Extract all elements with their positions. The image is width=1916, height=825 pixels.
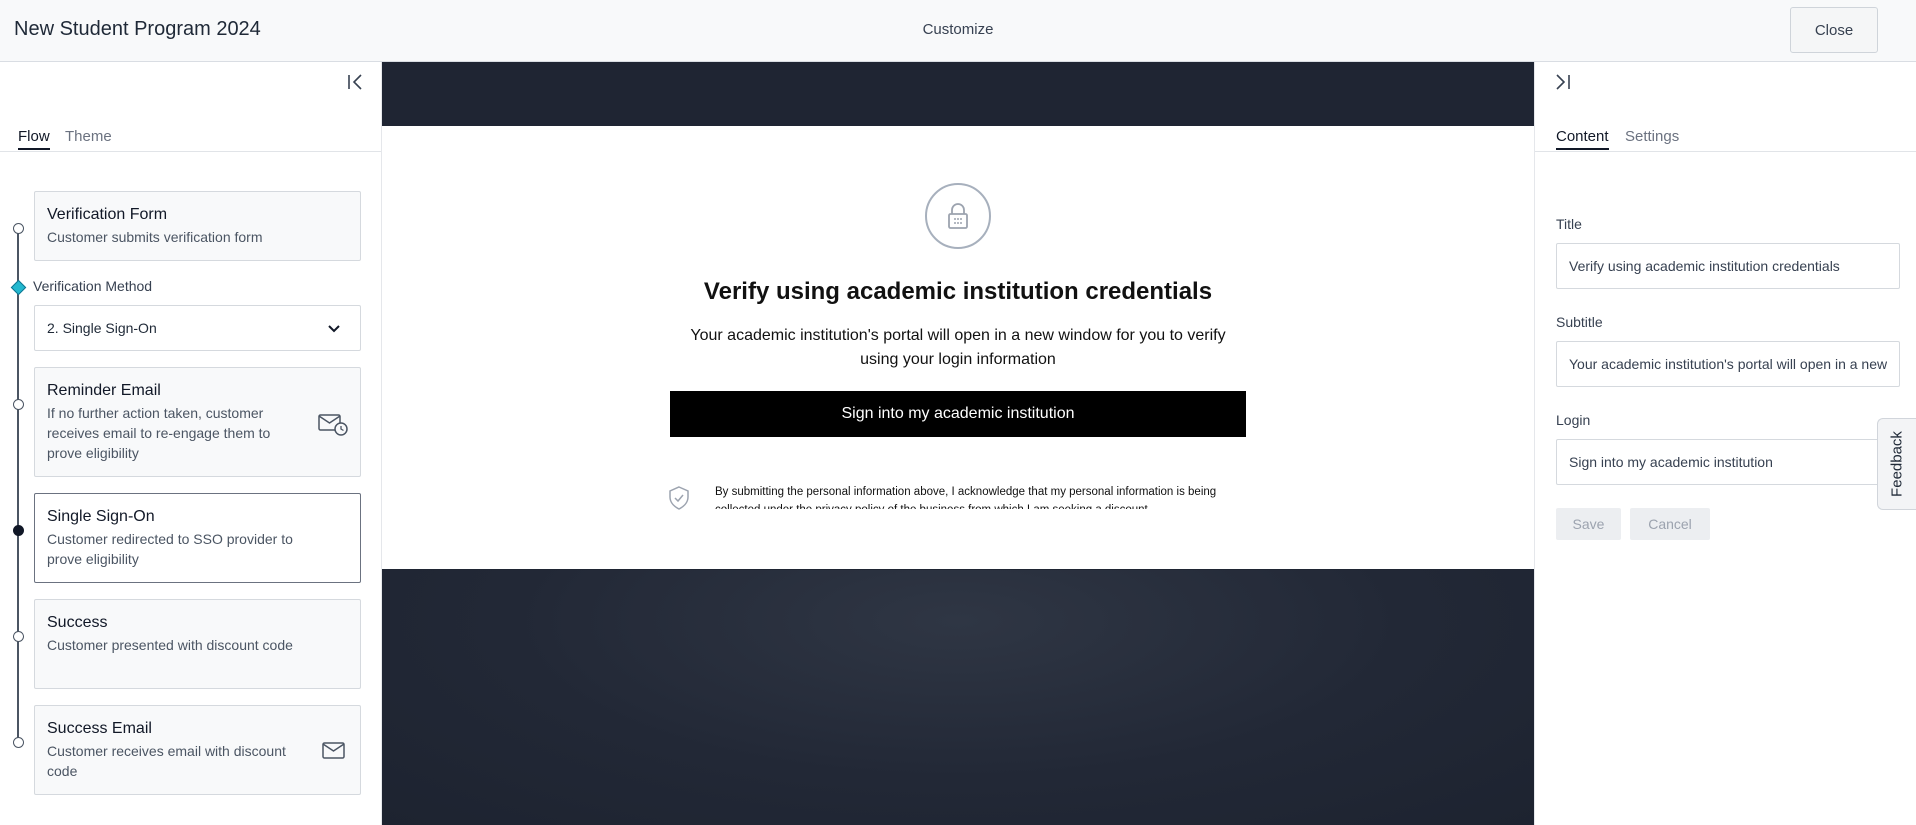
tab-flow[interactable]: Flow <box>18 128 50 150</box>
subtitle-input[interactable] <box>1556 341 1900 387</box>
lock-icon <box>948 203 968 229</box>
verification-method-select[interactable]: 2. Single Sign-On <box>34 305 361 351</box>
page-title: Customize <box>922 21 994 38</box>
step-card-verification-form[interactable]: Verification Form Customer submits verif… <box>34 191 361 261</box>
sign-in-button[interactable]: Sign into my academic institution <box>670 391 1246 437</box>
step-title: Verification Form <box>47 206 168 223</box>
email-icon <box>322 742 345 759</box>
save-button[interactable]: Save <box>1556 508 1621 540</box>
collapse-left-panel-icon[interactable] <box>346 72 366 92</box>
verification-method-label: Verification Method <box>33 278 153 294</box>
cancel-button[interactable]: Cancel <box>1630 508 1710 540</box>
email-clock-icon <box>318 414 348 436</box>
step-description: If no further action taken, customer rec… <box>47 405 271 461</box>
tab-theme[interactable]: Theme <box>65 128 112 148</box>
step-description: Customer presented with discount code <box>47 637 293 653</box>
timeline-node <box>13 631 24 642</box>
feedback-tab[interactable]: Feedback <box>1877 418 1916 510</box>
title-field-label: Title <box>1556 216 1582 232</box>
step-description: Customer submits verification form <box>47 229 263 245</box>
login-input[interactable] <box>1556 439 1900 485</box>
right-tabs: Content Settings <box>1535 128 1916 152</box>
step-title: Single Sign-On <box>47 508 155 525</box>
close-button[interactable]: Close <box>1790 7 1878 53</box>
preview-subtitle: Your academic institution's portal will … <box>690 327 1226 368</box>
consent-text: By submitting the personal information a… <box>715 486 1217 509</box>
tab-settings[interactable]: Settings <box>1625 128 1679 148</box>
step-card-success-email[interactable]: Success Email Customer receives email wi… <box>34 705 361 795</box>
step-title: Reminder Email <box>47 382 161 399</box>
timeline-node <box>13 737 24 748</box>
timeline-method-marker <box>10 279 27 296</box>
preview-title: Verify using academic institution creden… <box>703 278 1213 305</box>
content-panel: Content Settings Title Subtitle Login Sa… <box>1534 62 1916 825</box>
login-field-label: Login <box>1556 412 1591 428</box>
step-description: Customer redirected to SSO provider to p… <box>47 531 293 567</box>
preview-backdrop <box>382 570 1534 825</box>
timeline-node <box>13 223 24 234</box>
timeline-node <box>13 399 24 410</box>
chevron-down-icon <box>328 325 340 333</box>
flow-panel: Flow Theme Verification Form Customer su… <box>0 62 382 825</box>
step-card-single-sign-on[interactable]: Single Sign-On Customer redirected to SS… <box>34 493 361 583</box>
verification-method-value: 2. Single Sign-On <box>47 320 157 336</box>
timeline-node-active <box>13 525 24 536</box>
top-bar: New Student Program 2024 Customize Close <box>0 0 1916 62</box>
left-tabs: Flow Theme <box>0 128 381 152</box>
lock-badge <box>925 183 991 249</box>
flow-timeline <box>17 228 19 741</box>
tab-content[interactable]: Content <box>1556 128 1609 150</box>
subtitle-field-label: Subtitle <box>1556 314 1603 330</box>
step-card-reminder-email[interactable]: Reminder Email If no further action take… <box>34 367 361 477</box>
feedback-label: Feedback <box>1888 431 1906 497</box>
collapse-right-panel-icon[interactable] <box>1553 72 1573 92</box>
title-input[interactable] <box>1556 243 1900 289</box>
step-card-success[interactable]: Success Customer presented with discount… <box>34 599 361 689</box>
step-title: Success <box>47 614 108 631</box>
step-description: Customer receives email with discount co… <box>47 743 286 779</box>
preview-modal: Verify using academic institution creden… <box>382 126 1534 569</box>
step-title: Success Email <box>47 720 152 737</box>
shield-check-icon <box>669 486 689 510</box>
flow-preview: Verify using academic institution creden… <box>382 62 1534 825</box>
